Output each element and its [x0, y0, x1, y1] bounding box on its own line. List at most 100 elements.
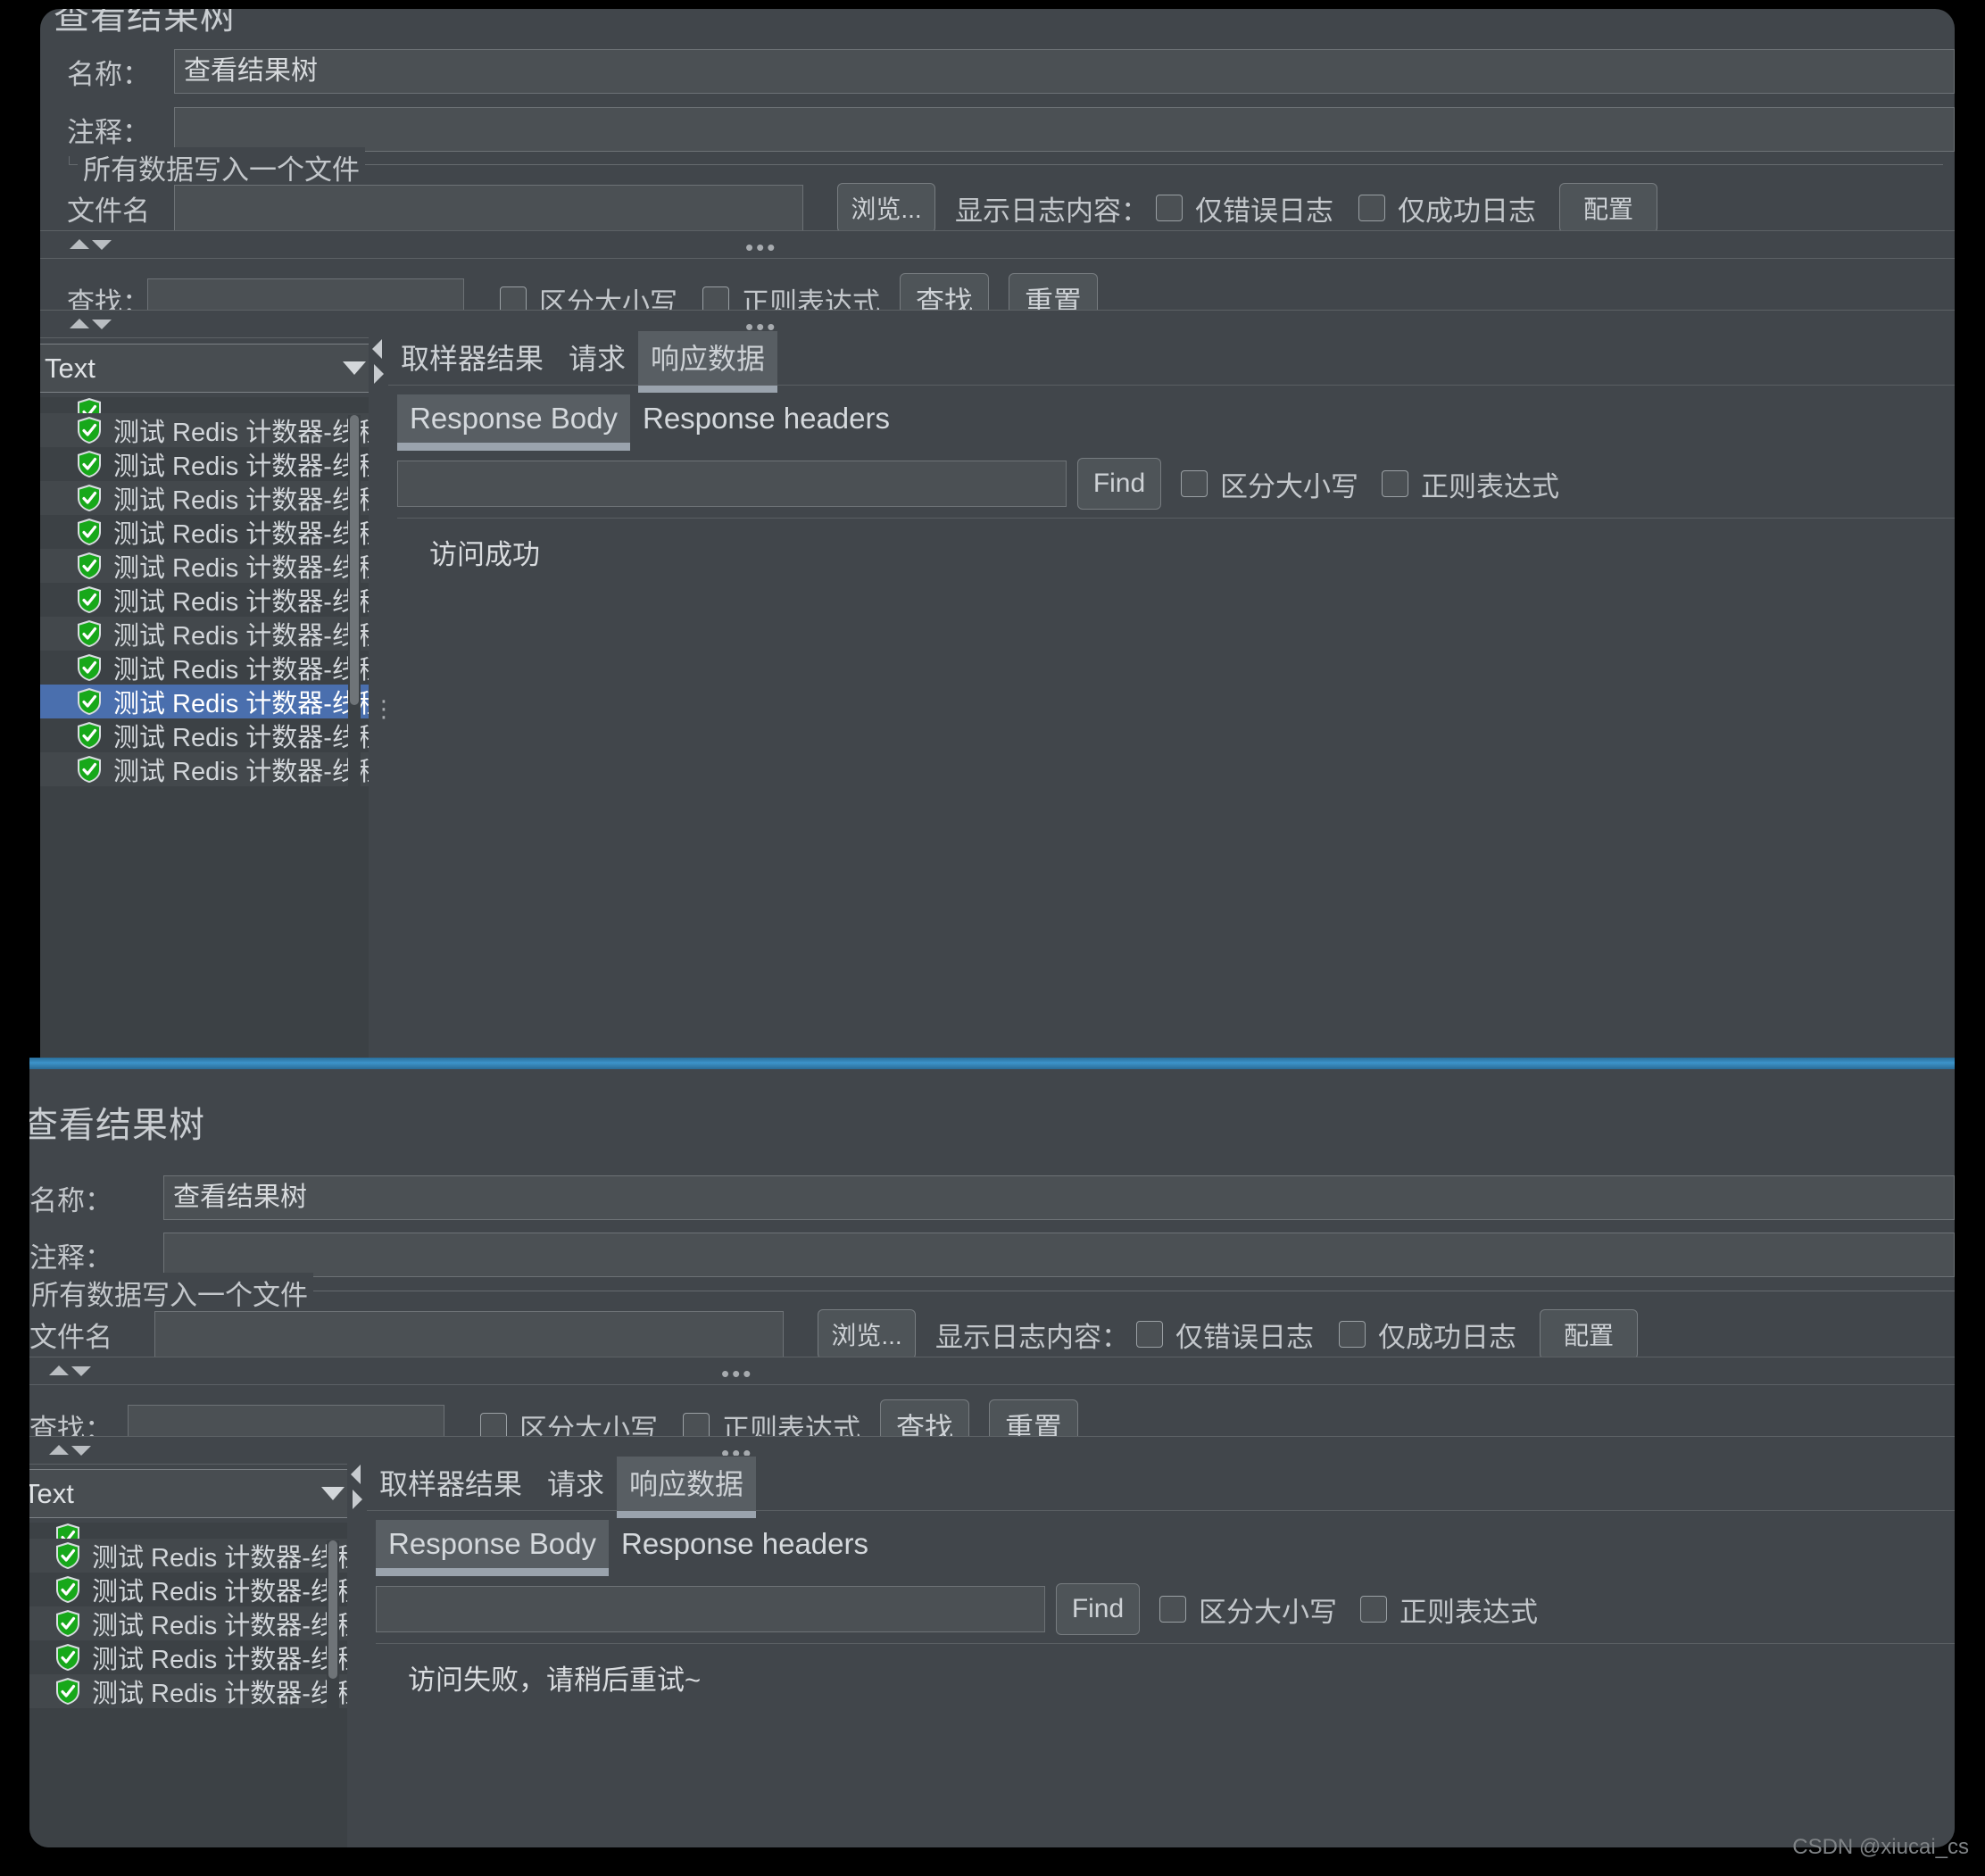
filename-input-top[interactable] — [174, 185, 803, 231]
browse-button-top[interactable]: 浏览... — [837, 183, 935, 233]
tree-item[interactable]: 测试 Redis 计数器-线程安全 — [29, 1539, 358, 1573]
body-find-button-bottom[interactable]: Find — [1056, 1583, 1140, 1635]
body-find-input-bottom[interactable] — [376, 1586, 1045, 1632]
result-tabs-bottom[interactable]: 取样器结果 请求 响应数据 — [367, 1457, 757, 1518]
comment-input-bottom[interactable] — [163, 1233, 1955, 1277]
status-ok-icon — [76, 552, 103, 580]
vsplitter-handle-top[interactable]: ⋮ — [372, 697, 395, 720]
splitter-1-bottom[interactable]: ••• — [29, 1357, 1955, 1385]
response-subtabs-top[interactable]: Response Body Response headers — [397, 391, 902, 451]
tree-item[interactable]: 测试 Redis 计数器-线程安全 — [29, 1640, 358, 1674]
config-button-bottom[interactable]: 配置 — [1540, 1309, 1638, 1359]
tree-item[interactable]: 测试 Redis 计数器-线程安全 — [40, 752, 379, 786]
body-regex-checkbox-bottom[interactable] — [1360, 1596, 1387, 1623]
browse-button-bottom[interactable]: 浏览... — [818, 1309, 916, 1359]
success-log-label-bottom: 仅成功日志 — [1378, 1321, 1516, 1353]
tab-2[interactable]: 响应数据 — [638, 331, 778, 393]
filename-row-bottom: 文件名 浏览... 显示日志内容： 仅错误日志 仅成功日志 配置 — [29, 1307, 1955, 1362]
splitter-down-arrow-bottom[interactable] — [71, 1366, 91, 1376]
tree-item[interactable]: 测试 Redis 计数器-线程安全 — [40, 651, 379, 685]
tab-label: 取样器结果 — [401, 343, 544, 375]
body-regex-checkbox-top[interactable] — [1382, 470, 1408, 497]
tree-item[interactable]: 测试 Redis 计数器-线程安全 — [40, 481, 379, 515]
name-input-top[interactable]: 查看结果树 — [174, 49, 1955, 94]
splitter-1-top[interactable]: ••• — [40, 230, 1955, 259]
tree-item-label: 测试 Redis 计数器-线程安全 — [113, 486, 379, 515]
tab-1[interactable]: Response headers — [609, 1520, 881, 1568]
splitter-handle-top[interactable]: ••• — [745, 236, 777, 259]
comment-label-bottom: 注释： — [29, 1241, 112, 1274]
tree-item[interactable]: 测试 Redis 计数器-线程安全 — [29, 1606, 358, 1640]
tree-item[interactable]: 测试 Redis 计数器-线程安全 — [40, 718, 379, 752]
splitter-handle-bottom[interactable]: ••• — [721, 1362, 753, 1385]
result-tabs-top[interactable]: 取样器结果 请求 响应数据 — [388, 331, 778, 393]
tab-underline — [376, 1568, 609, 1576]
tab-1[interactable]: 请求 — [556, 331, 638, 385]
success-log-checkbox-bottom[interactable] — [1339, 1321, 1366, 1348]
collapse-right-arrow-top[interactable] — [374, 364, 384, 384]
tree-scrollbar-top[interactable] — [348, 415, 361, 1067]
tree-item[interactable]: 测试 Redis 计数器-线程安全 — [29, 1573, 358, 1606]
tab-2[interactable]: 响应数据 — [617, 1457, 757, 1518]
tab-label: Response headers — [620, 1527, 869, 1560]
result-detail-pane-bottom: 取样器结果 请求 响应数据 Response Body Response header… — [367, 1456, 1955, 1847]
results-tree-bottom[interactable]: 测试 Redis 计数器-线程安全测试 Redis 计数器-线程安全测试 Red… — [29, 1523, 358, 1847]
error-log-checkbox-bottom[interactable] — [1136, 1321, 1163, 1348]
collapse-right-arrow-bottom[interactable] — [353, 1490, 362, 1509]
filename-row-top: 文件名 浏览... 显示日志内容： 仅错误日志 仅成功日志 配置 — [40, 180, 1955, 236]
tree-item[interactable]: 测试 Redis 计数器-线程安全 — [40, 617, 379, 651]
tree-item-label: 测试 Redis 计数器-线程安全 — [113, 622, 379, 651]
tree-item[interactable]: 测试 Redis 计数器-线程安全 — [40, 583, 379, 617]
filename-label-top: 文件名 — [67, 195, 150, 227]
results-tree-top[interactable]: 测试 Redis 计数器-线程安全测试 Redis 计数器-线程安全测试 Red… — [40, 397, 379, 1071]
status-ok-icon — [76, 619, 103, 648]
splitter2-down-arrow-top[interactable] — [92, 320, 112, 329]
splitter2-up-arrow-top[interactable] — [70, 319, 89, 328]
comment-input-top[interactable] — [174, 107, 1955, 152]
tree-item[interactable]: 测试 Redis 计数器-线程安全 — [40, 549, 379, 583]
tree-item-label: 测试 Redis 计数器-线程安全 — [113, 452, 379, 481]
name-input-bottom[interactable]: 查看结果树 — [163, 1175, 1955, 1220]
tree-item-label: 测试 Redis 计数器-线程安全 — [113, 588, 379, 617]
tree-item[interactable]: 测试 Redis 计数器-线程安全 — [40, 685, 379, 718]
response-subtabs-bottom[interactable]: Response Body Response headers — [376, 1516, 881, 1576]
filename-input-bottom[interactable] — [154, 1311, 784, 1357]
splitter2-down-arrow-bottom[interactable] — [71, 1446, 91, 1456]
body-match-case-checkbox-bottom[interactable] — [1159, 1596, 1186, 1623]
status-ok-icon — [76, 653, 103, 682]
tree-item-label: 测试 Redis 计数器-线程安全 — [92, 1578, 358, 1606]
tab-0[interactable]: 取样器结果 — [367, 1457, 535, 1510]
name-label-top: 名称： — [67, 58, 150, 90]
tab-0[interactable]: 取样器结果 — [388, 331, 556, 385]
tree-item[interactable]: 测试 Redis 计数器-线程安全 — [40, 447, 379, 481]
tab-0[interactable]: Response Body — [376, 1520, 609, 1576]
tab-0[interactable]: Response Body — [397, 394, 630, 451]
body-find-button-top[interactable]: Find — [1077, 458, 1161, 510]
tree-scrollbar-bottom[interactable] — [327, 1540, 339, 1847]
splitter-down-arrow-top[interactable] — [92, 240, 112, 250]
renderer-select-top[interactable]: Text — [40, 344, 379, 393]
tab-1[interactable]: Response headers — [630, 394, 902, 443]
horizontal-splitter-top[interactable]: ⋮ — [369, 330, 395, 1071]
renderer-select-value-bottom: Text — [29, 1477, 74, 1509]
collapse-left-arrow-bottom[interactable] — [351, 1465, 361, 1484]
splitter-up-arrow-top[interactable] — [70, 239, 89, 249]
body-match-case-checkbox-top[interactable] — [1181, 470, 1208, 497]
success-log-checkbox-top[interactable] — [1358, 195, 1385, 221]
tree-item[interactable]: 测试 Redis 计数器-线程安全 — [40, 413, 379, 447]
tree-item-label: 测试 Redis 计数器-线程安全 — [113, 758, 379, 786]
body-find-input-top[interactable] — [397, 461, 1067, 507]
splitter-up-arrow-bottom[interactable] — [49, 1365, 69, 1375]
tree-item[interactable]: 测试 Redis 计数器-线程安全 — [29, 1674, 358, 1708]
config-button-top[interactable]: 配置 — [1559, 183, 1657, 233]
tree-item-label: 测试 Redis 计数器-线程安全 — [92, 1680, 358, 1708]
collapse-left-arrow-top[interactable] — [372, 339, 382, 359]
tab-1[interactable]: 请求 — [535, 1457, 617, 1510]
success-log-label-top: 仅成功日志 — [1398, 195, 1536, 227]
renderer-select-bottom[interactable]: Text — [29, 1469, 358, 1518]
horizontal-splitter-bottom[interactable] — [347, 1456, 367, 1847]
status-ok-icon — [76, 450, 103, 478]
splitter2-up-arrow-bottom[interactable] — [49, 1445, 69, 1455]
error-log-checkbox-top[interactable] — [1156, 195, 1183, 221]
tree-item[interactable]: 测试 Redis 计数器-线程安全 — [40, 515, 379, 549]
